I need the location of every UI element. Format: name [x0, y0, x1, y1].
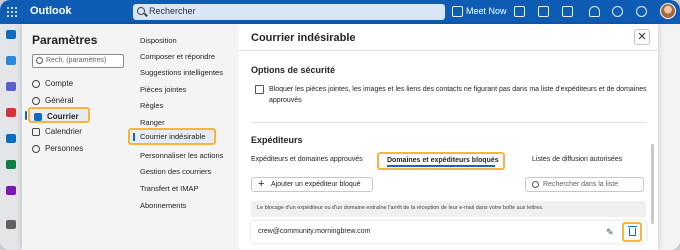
onenote-icon[interactable]: [538, 6, 549, 17]
subnav-layout[interactable]: Disposition: [140, 36, 177, 45]
info-text: Le blocage d'un expéditeur ou d'un domai…: [257, 205, 544, 211]
gear-icon: [32, 97, 40, 105]
app-title[interactable]: Outlook: [30, 5, 72, 17]
outlook-window: Outlook Rechercher Meet Now Paramètres R: [0, 0, 680, 250]
settings-search-placeholder: Rech. (paramètres): [46, 57, 107, 64]
mail-icon: [34, 113, 42, 121]
search-icon: [36, 57, 43, 64]
nav-item-account[interactable]: Compte: [28, 76, 126, 92]
block-attachments-checkbox[interactable]: [255, 85, 264, 94]
security-heading: Options de sécurité: [251, 65, 336, 75]
avatar[interactable]: [660, 3, 676, 19]
subnav-smart-suggestions[interactable]: Suggestions intelligentes: [140, 68, 223, 77]
info-message: Le blocage d'un expéditeur ou d'un domai…: [251, 201, 646, 217]
tab-safe-senders[interactable]: Expéditeurs et domaines approuvés: [251, 156, 363, 163]
app-launcher-icon[interactable]: [7, 7, 17, 17]
nav-item-calendar[interactable]: Calendrier: [28, 124, 126, 140]
top-bar: Outlook Rechercher Meet Now: [0, 0, 680, 24]
blocked-sender-email: crew@community.morningbrew.com: [258, 228, 371, 235]
junk-email-pane: Courrier indésirable ✕ Options de sécuri…: [239, 24, 658, 250]
office-app-icon[interactable]: [6, 108, 16, 117]
nav-item-label: Calendrier: [45, 127, 82, 136]
nav-item-people[interactable]: Personnes: [28, 141, 126, 157]
excel-app-icon[interactable]: [6, 160, 16, 169]
bell-icon[interactable]: [589, 6, 600, 17]
divider: [239, 50, 658, 51]
subnav-compose-reply[interactable]: Composer et répondre: [140, 52, 215, 61]
my-day-icon[interactable]: [562, 6, 573, 17]
blocked-list-search-placeholder: Rechercher dans la liste: [543, 181, 619, 188]
todo-app-icon[interactable]: [6, 134, 16, 143]
subnav-junk-email[interactable]: Courrier indésirable: [128, 128, 216, 145]
settings-title: Paramètres: [32, 33, 98, 47]
plus-icon: +: [258, 178, 265, 190]
gear-icon[interactable]: [612, 6, 623, 17]
settings-nav: Paramètres Rech. (paramètres) Compte Gén…: [22, 24, 132, 250]
more-apps-icon[interactable]: [6, 220, 16, 229]
subnav-message-handling[interactable]: Gestion des courriers: [140, 167, 211, 176]
app-rail: [0, 24, 22, 250]
meet-now-icon[interactable]: [452, 6, 463, 17]
blocked-sender-row[interactable]: crew@community.morningbrew.com ✎: [251, 221, 646, 243]
search-icon: [137, 7, 145, 15]
scrollbar[interactable]: [651, 144, 654, 224]
add-blocked-sender-button[interactable]: + Ajouter un expéditeur bloqué: [251, 177, 373, 192]
tab-blocked-senders-label: Domaines et expéditeurs bloqués: [387, 157, 499, 164]
page-title: Courrier indésirable: [251, 32, 356, 44]
nav-item-label: Compte: [45, 79, 74, 88]
tab-safe-mailing-lists[interactable]: Listes de diffusion autorisées: [532, 156, 622, 163]
subnav-attachments[interactable]: Pièces jointes: [140, 85, 186, 94]
background-mail-list: [658, 24, 680, 250]
meet-now-label[interactable]: Meet Now: [466, 6, 507, 16]
search-placeholder: Rechercher: [149, 6, 196, 16]
people-app-icon[interactable]: [6, 82, 16, 91]
subnav-junk-email-label: Courrier indésirable: [140, 132, 206, 141]
edit-icon[interactable]: ✎: [606, 227, 614, 238]
divider: [251, 122, 646, 123]
block-attachments-label: Bloquer les pièces jointes, les images e…: [269, 86, 647, 104]
search-icon: [532, 181, 539, 188]
subnav-customize-actions[interactable]: Personnaliser les actions: [140, 151, 223, 160]
senders-heading: Expéditeurs: [251, 135, 303, 145]
subnav-subscriptions[interactable]: Abonnements: [140, 201, 186, 210]
global-search[interactable]: Rechercher: [133, 4, 445, 20]
delete-button[interactable]: [622, 222, 642, 242]
nav-item-label: Courrier: [47, 112, 79, 121]
help-icon[interactable]: [636, 6, 647, 17]
teams-icon[interactable]: [514, 6, 525, 17]
subnav-forwarding-imap[interactable]: Transfert et IMAP: [140, 184, 199, 193]
tab-blocked-senders[interactable]: Domaines et expéditeurs bloqués: [377, 152, 505, 170]
close-button[interactable]: ✕: [634, 29, 650, 45]
settings-dialog: Paramètres Rech. (paramètres) Compte Gén…: [22, 24, 658, 250]
blocked-list-search-input[interactable]: Rechercher dans la liste: [525, 177, 644, 192]
calendar-icon: [32, 128, 40, 136]
onenote-app-icon[interactable]: [6, 186, 16, 195]
trash-icon: [628, 226, 637, 236]
calendar-app-icon[interactable]: [6, 56, 16, 65]
person-icon: [32, 80, 40, 88]
settings-search-input[interactable]: Rech. (paramètres): [32, 54, 124, 68]
nav-item-mail[interactable]: Courrier: [25, 107, 90, 123]
subnav-rules[interactable]: Règles: [140, 101, 163, 110]
subnav-sweep[interactable]: Ranger: [140, 118, 165, 127]
nav-item-label: Personnes: [45, 144, 84, 153]
people-icon: [32, 145, 40, 153]
mail-app-icon[interactable]: [6, 30, 16, 39]
add-blocked-sender-label: Ajouter un expéditeur bloqué: [271, 181, 361, 188]
